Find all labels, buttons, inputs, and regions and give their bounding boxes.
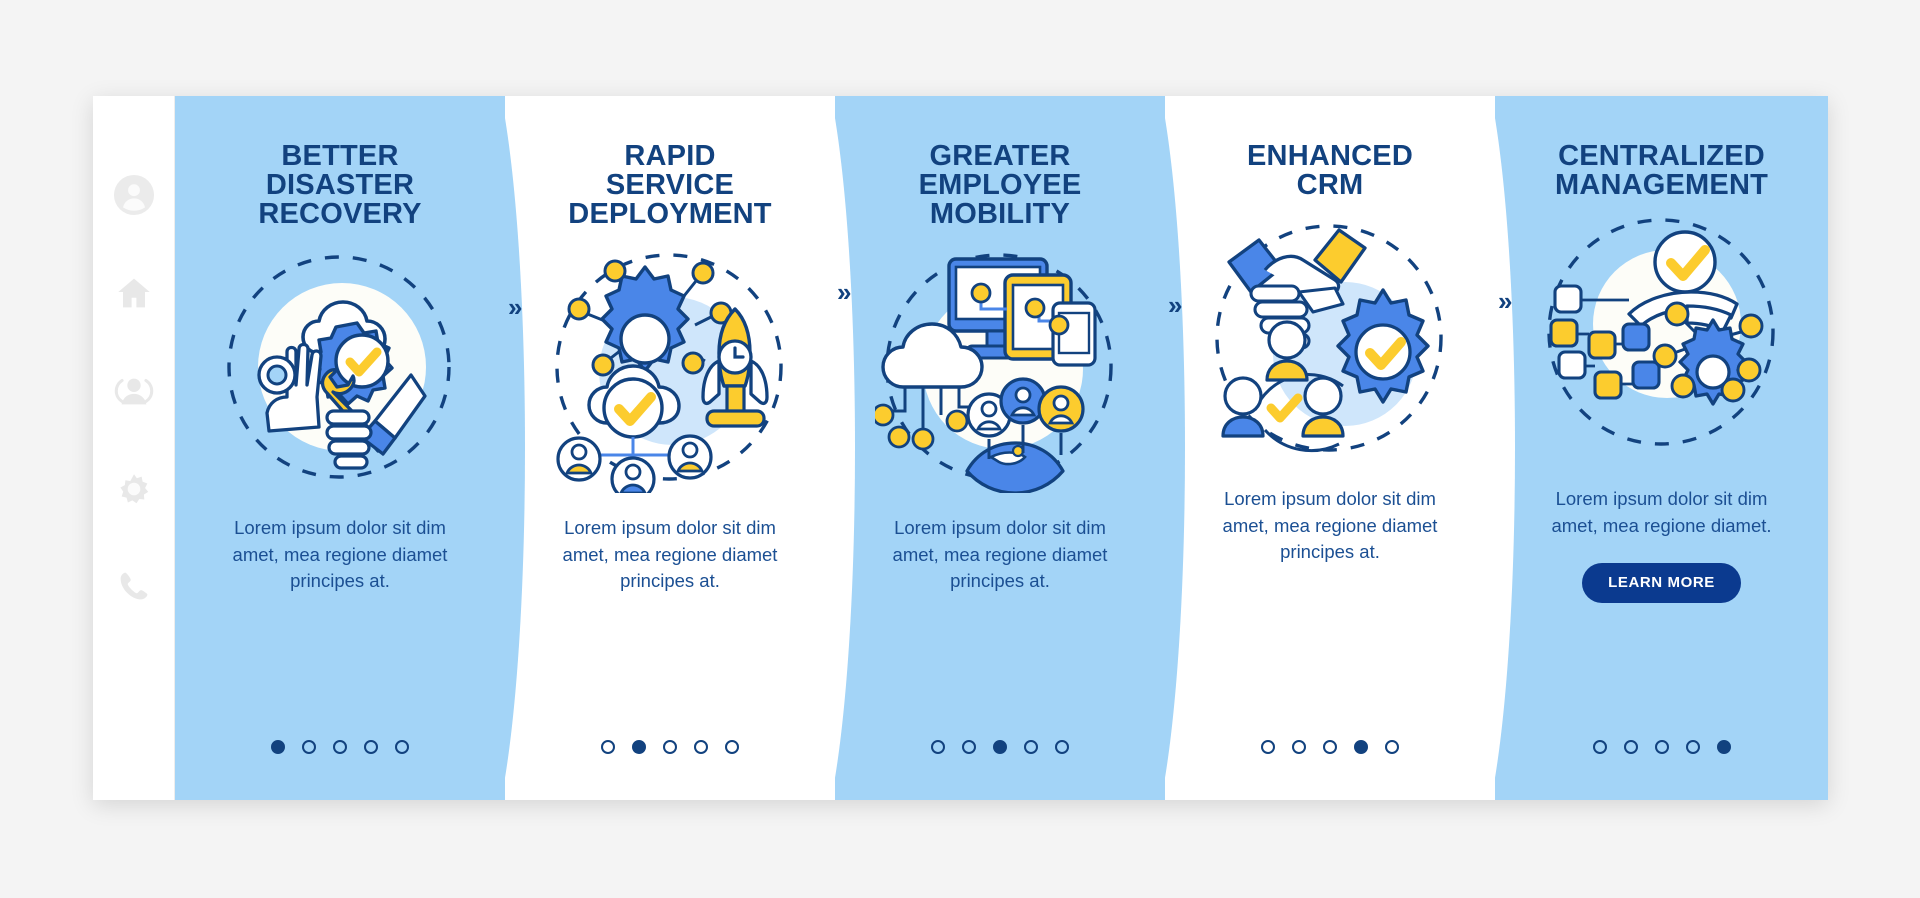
panel-illustration-enhanced-crm (1205, 214, 1455, 464)
panel-body-text: Lorem ipsum dolor sit dim amet, mea regi… (892, 517, 1108, 592)
panel-greater-employee-mobility[interactable]: GREATER EMPLOYEE MOBILITY Lorem ipsum do… (835, 96, 1185, 800)
pagination-dots-1[interactable] (175, 740, 505, 754)
people-icon[interactable] (113, 370, 155, 412)
pagination-dots-4[interactable] (1165, 740, 1495, 754)
panel-rapid-service-deployment[interactable]: RAPID SERVICE DEPLOYMENT Lorem ipsum dol… (505, 96, 855, 800)
panel-illustration-rapid-deployment (545, 243, 795, 493)
panel-strip: BETTER DISASTER RECOVERY Lorem ipsum dol… (175, 96, 1828, 800)
panel-illustration-centralized-management (1537, 214, 1787, 464)
panel-enhanced-crm[interactable]: ENHANCED CRM Lorem ipsum dolor sit dim a… (1165, 96, 1515, 800)
onboarding-screen: BETTER DISASTER RECOVERY Lorem ipsum dol… (0, 0, 1920, 898)
dot-1[interactable] (601, 740, 615, 754)
panel-body-text: Lorem ipsum dolor sit dim amet, mea regi… (232, 517, 448, 592)
dot-3[interactable] (1323, 740, 1337, 754)
pagination-dots-3[interactable] (835, 740, 1165, 754)
dot-5[interactable] (1385, 740, 1399, 754)
dot-4[interactable] (1354, 740, 1368, 754)
panel-centralized-management[interactable]: CENTRALIZED MANAGEMENT Lorem ipsum dolor… (1495, 96, 1828, 800)
dot-1[interactable] (931, 740, 945, 754)
dot-3[interactable] (993, 740, 1007, 754)
panel-body-text: Lorem ipsum dolor sit dim amet, mea regi… (1222, 488, 1438, 563)
panel-illustration-employee-mobility (875, 243, 1125, 493)
panel-body-text: Lorem ipsum dolor sit dim amet, mea regi… (1551, 488, 1772, 536)
settings-gear-icon[interactable] (113, 468, 155, 510)
onboarding-card: BETTER DISASTER RECOVERY Lorem ipsum dol… (93, 96, 1828, 800)
panel-title: RAPID SERVICE DEPLOYMENT (568, 140, 772, 230)
account-avatar-icon[interactable] (113, 174, 155, 216)
dot-3[interactable] (663, 740, 677, 754)
dot-2[interactable] (632, 740, 646, 754)
panel-title: GREATER EMPLOYEE MOBILITY (918, 140, 1082, 230)
dot-5[interactable] (1055, 740, 1069, 754)
dot-1[interactable] (271, 740, 285, 754)
app-sidebar (93, 96, 175, 800)
next-step-chevron-4[interactable]: » (1498, 288, 1513, 314)
dot-4[interactable] (694, 740, 708, 754)
dot-1[interactable] (1261, 740, 1275, 754)
dot-5[interactable] (725, 740, 739, 754)
pagination-dots-2[interactable] (505, 740, 835, 754)
dot-2[interactable] (302, 740, 316, 754)
dot-5[interactable] (395, 740, 409, 754)
dot-4[interactable] (1685, 740, 1700, 754)
next-step-chevron-1[interactable]: » (508, 294, 523, 320)
panel-illustration-disaster-recovery (215, 243, 465, 493)
panel-better-disaster-recovery[interactable]: BETTER DISASTER RECOVERY Lorem ipsum dol… (175, 96, 525, 800)
panel-title: BETTER DISASTER RECOVERY (258, 140, 422, 230)
panel-title: CENTRALIZED MANAGEMENT (1554, 140, 1769, 201)
dot-4[interactable] (1024, 740, 1038, 754)
dot-3[interactable] (333, 740, 347, 754)
dot-4[interactable] (364, 740, 378, 754)
next-step-chevron-2[interactable]: » (837, 279, 852, 305)
pagination-dots-5[interactable] (1495, 740, 1828, 754)
dot-2[interactable] (962, 740, 976, 754)
phone-icon[interactable] (113, 566, 155, 608)
home-icon[interactable] (113, 272, 155, 314)
dot-2[interactable] (1623, 740, 1638, 754)
panel-body-text: Lorem ipsum dolor sit dim amet, mea regi… (562, 517, 778, 592)
dot-5[interactable] (1716, 740, 1731, 754)
learn-more-button[interactable]: LEARN MORE (1582, 563, 1741, 604)
panel-title: ENHANCED CRM (1247, 140, 1413, 201)
dot-1[interactable] (1592, 740, 1607, 754)
dot-3[interactable] (1654, 740, 1669, 754)
next-step-chevron-3[interactable]: » (1168, 292, 1183, 318)
dot-2[interactable] (1292, 740, 1306, 754)
